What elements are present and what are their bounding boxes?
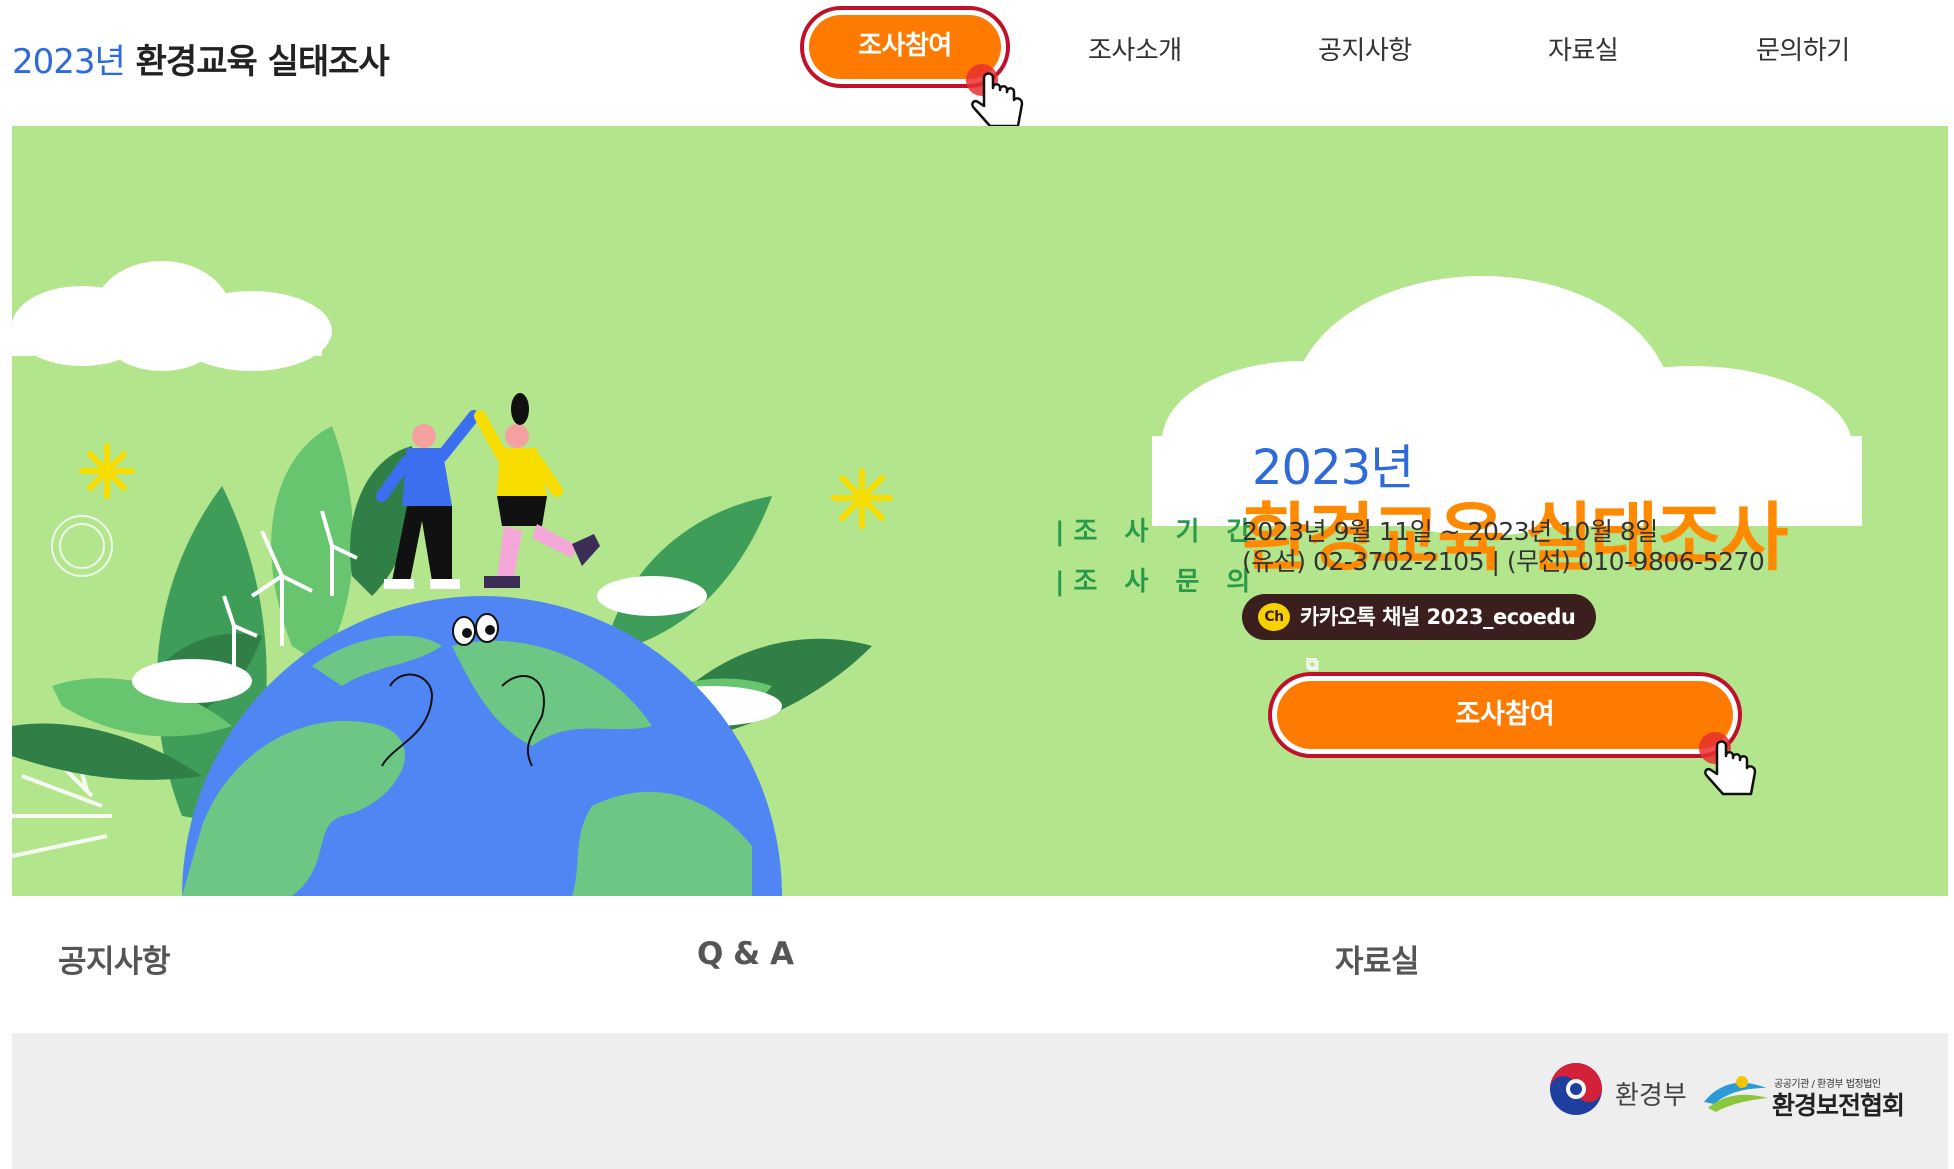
hand-pointer-icon	[1699, 732, 1757, 796]
section-resources[interactable]: 자료실	[1335, 936, 1420, 981]
site-title-main: 환경교육 실태조사	[135, 42, 390, 82]
section-notices[interactable]: 공지사항	[58, 936, 171, 981]
survey-inquiry-value: (유선) 02-3702-2105 | (무선) 010-9806-5270	[1242, 547, 1765, 576]
nav-inquiry[interactable]: 문의하기	[1756, 30, 1850, 67]
association-label: 환경보전협회	[1772, 1091, 1905, 1120]
site-title-year: 2023년	[12, 42, 126, 82]
kakao-channel-label: 카카오톡 채널 2023_ecoedu	[1300, 605, 1576, 629]
association-logo-icon	[1704, 1076, 1768, 1112]
kakao-channel-button[interactable]: Ch 카카오톡 채널 2023_ecoedu ⧉	[1242, 594, 1596, 675]
hero-survey-participate-label: 조사참여	[1277, 681, 1733, 749]
hero-survey-participate-button[interactable]: 조사참여	[1268, 672, 1742, 758]
site-title[interactable]: 2023년 환경교육 실태조사	[12, 34, 390, 83]
nav-notices[interactable]: 공지사항	[1318, 30, 1412, 67]
ministry-label: 환경부	[1615, 1081, 1687, 1111]
nav-survey-intro[interactable]: 조사소개	[1088, 30, 1182, 67]
section-qna[interactable]: Q & A	[697, 936, 794, 972]
nav-resources[interactable]: 자료실	[1548, 30, 1619, 67]
survey-period-label: |조 사 기 간	[1055, 517, 1260, 547]
hero-banner: 2023년 환경교육 실태조사	[12, 126, 1948, 896]
ministry-emblem-icon	[1550, 1063, 1602, 1115]
survey-inquiry-label: |조 사 문 의	[1055, 567, 1260, 597]
kakao-channel-icon: Ch	[1258, 603, 1290, 631]
